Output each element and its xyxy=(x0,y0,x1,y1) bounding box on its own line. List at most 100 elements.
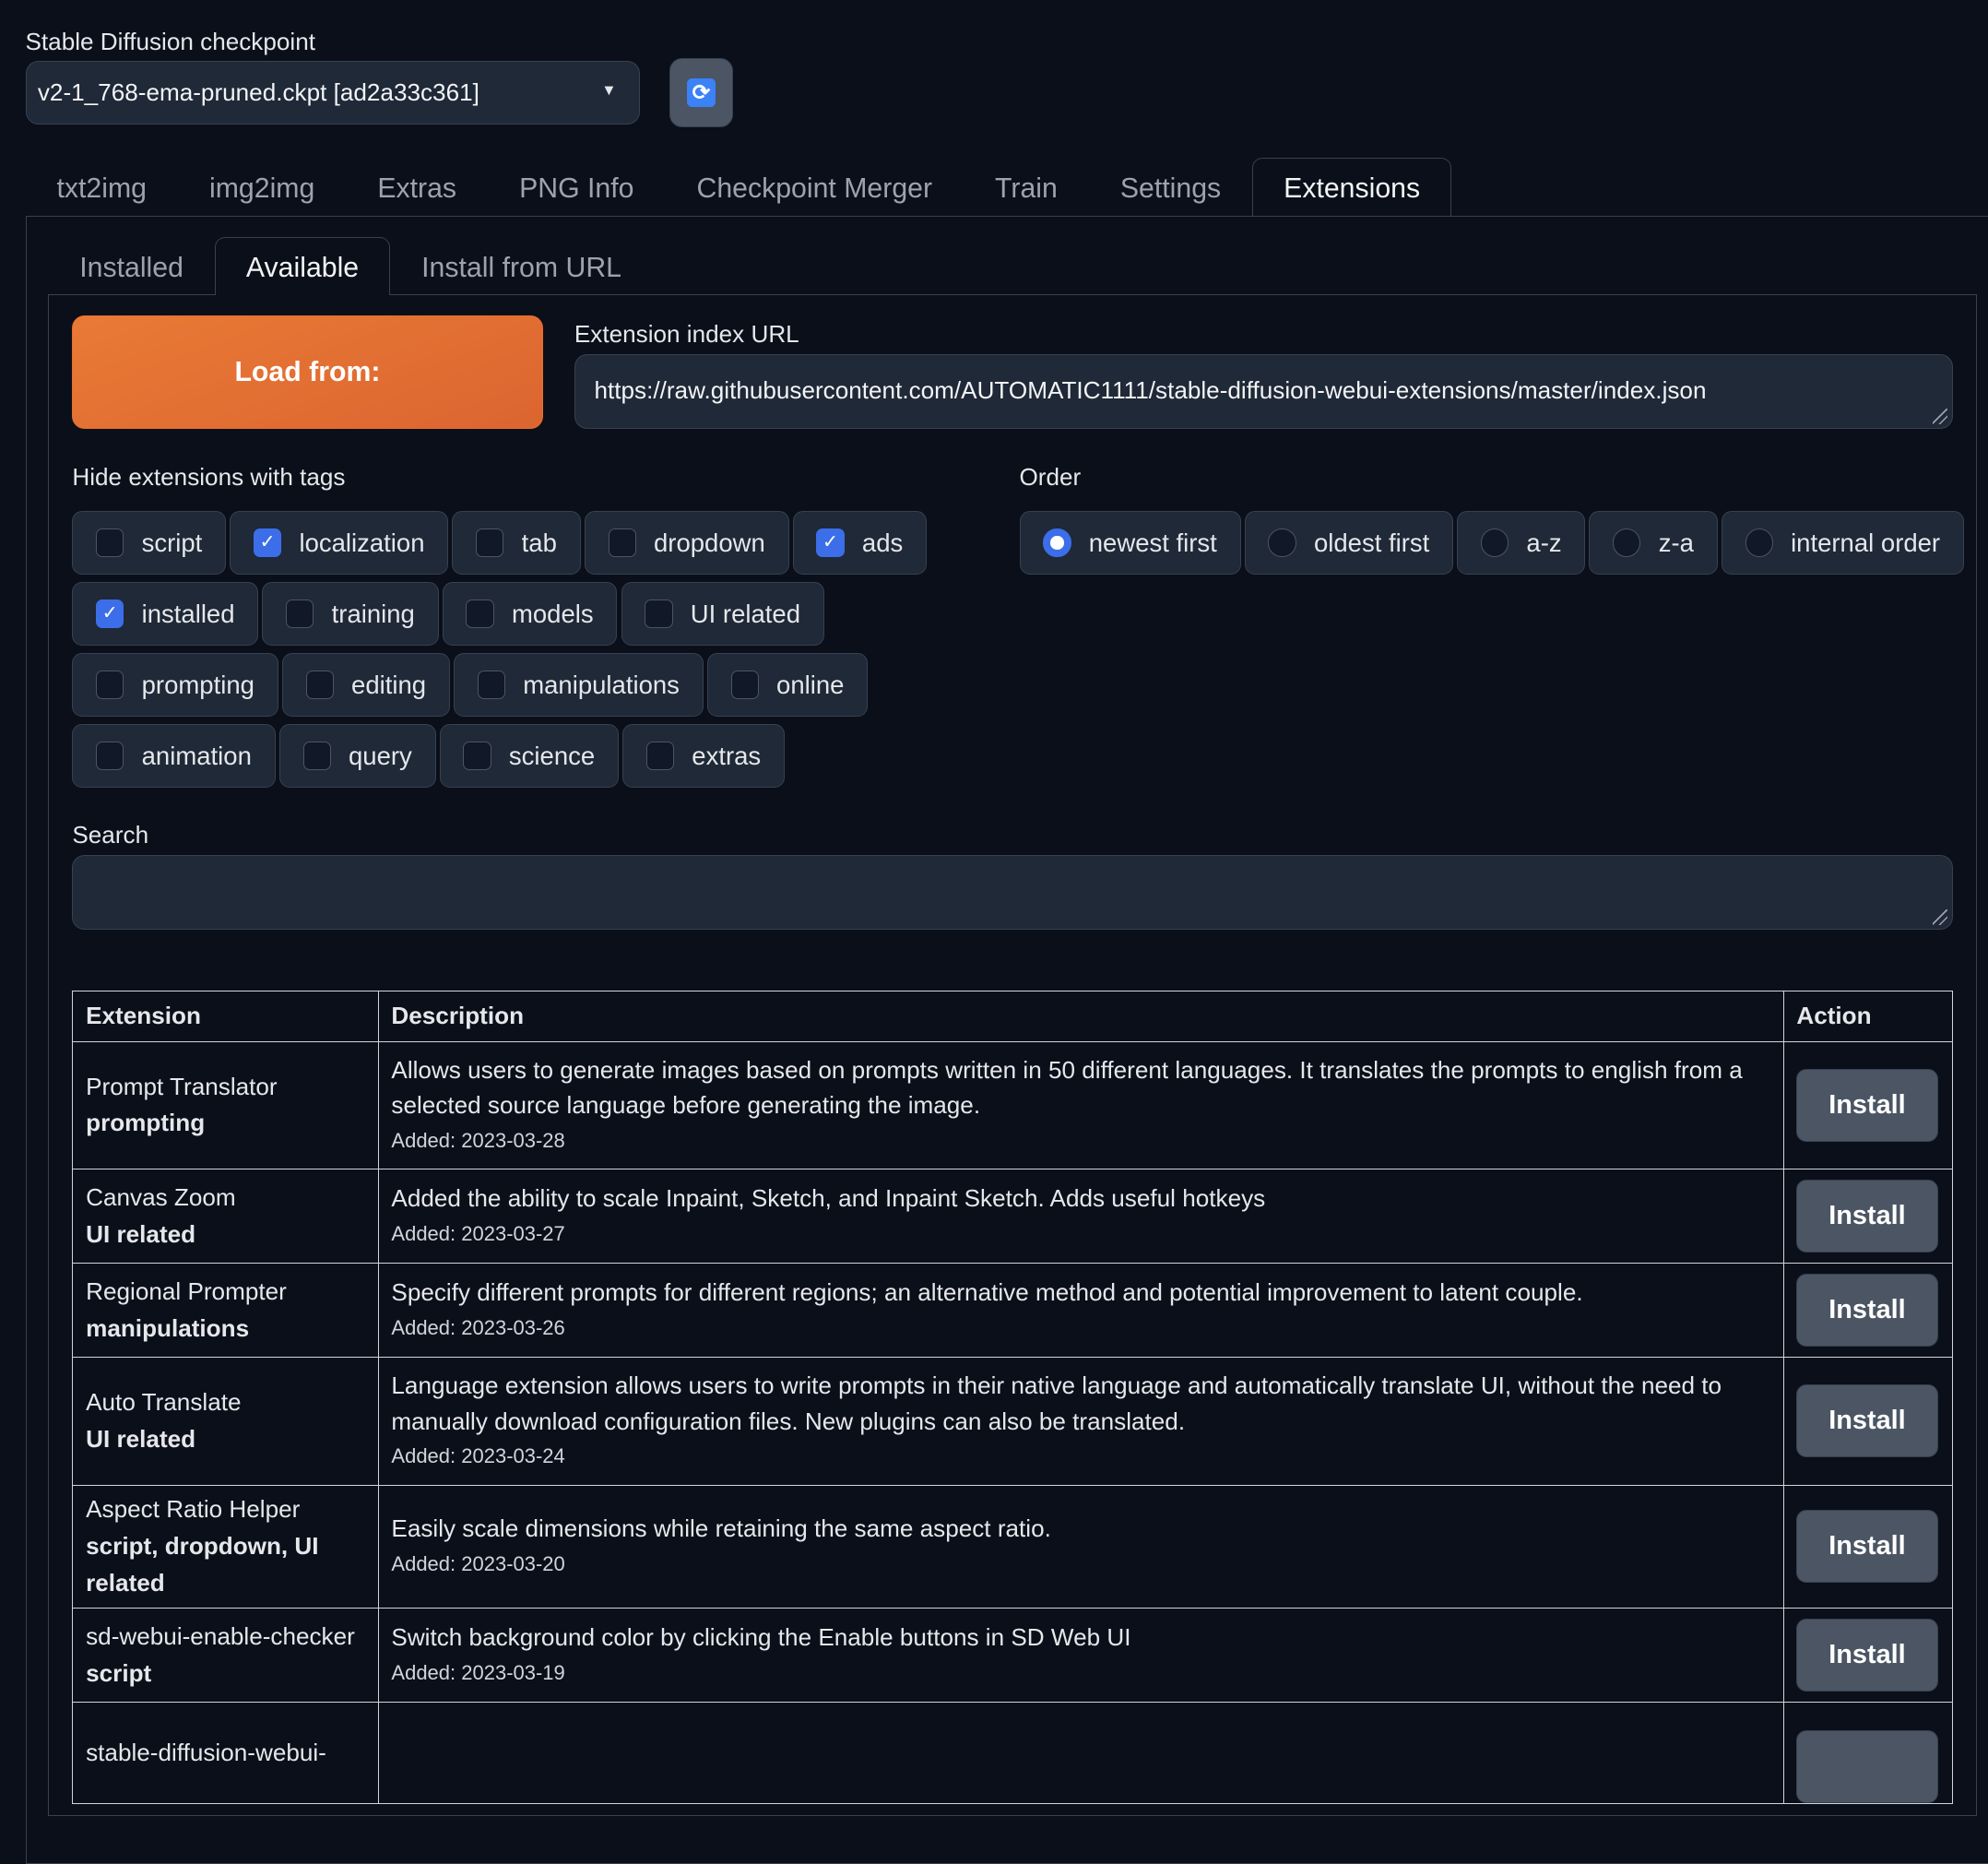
install-button[interactable]: Install xyxy=(1796,1274,1937,1347)
tab-extensions[interactable]: Extensions xyxy=(1252,158,1451,216)
checkbox-unchecked-icon[interactable] xyxy=(286,600,314,627)
tab-train[interactable]: Train xyxy=(964,158,1089,216)
action-cell: Install xyxy=(1783,1264,1952,1358)
tag-label: tab xyxy=(522,528,557,558)
radio-unselected-icon[interactable] xyxy=(1481,528,1509,556)
subtab-installed[interactable]: Installed xyxy=(48,237,215,295)
order-option-z-a[interactable]: z-a xyxy=(1589,511,1717,575)
tag-checkbox-row: script ✓ localization tab dropdown✓ads xyxy=(72,511,927,575)
tag-checkbox-science[interactable]: science xyxy=(440,724,619,788)
checkbox-unchecked-icon[interactable] xyxy=(646,742,674,769)
order-option-a-z[interactable]: a-z xyxy=(1457,511,1585,575)
refresh-icon: ⟳ xyxy=(687,78,715,106)
extension-name: Aspect Ratio Helper xyxy=(86,1491,365,1528)
order-option-newest-first[interactable]: newest first xyxy=(1020,511,1241,575)
checkbox-checked-icon[interactable]: ✓ xyxy=(96,600,124,627)
checkbox-unchecked-icon[interactable] xyxy=(731,671,759,698)
tag-checkbox-animation[interactable]: animation xyxy=(72,724,275,788)
tag-checkbox-row: ✓installed training models UI related xyxy=(72,582,823,646)
order-option-internal-order[interactable]: internal order xyxy=(1722,511,1964,575)
tag-checkbox-models[interactable]: models xyxy=(443,582,618,646)
extension-name: sd-webui-enable-checker xyxy=(86,1619,365,1656)
table-row: Regional Promptermanipulations Specify di… xyxy=(73,1264,1952,1358)
header-action: Action xyxy=(1783,991,1952,1041)
install-button[interactable]: Install xyxy=(1796,1384,1937,1457)
tag-checkbox-prompting[interactable]: prompting xyxy=(72,653,278,717)
subtab-install-from-url[interactable]: Install from URL xyxy=(390,237,653,295)
tag-checkbox-training[interactable]: training xyxy=(262,582,438,646)
install-button[interactable] xyxy=(1796,1730,1937,1803)
checkbox-checked-icon[interactable]: ✓ xyxy=(254,528,281,556)
tab-settings[interactable]: Settings xyxy=(1089,158,1252,216)
checkbox-unchecked-icon[interactable] xyxy=(466,600,493,627)
checkbox-unchecked-icon[interactable] xyxy=(96,671,124,698)
subtab-available[interactable]: Available xyxy=(215,237,390,295)
checkbox-unchecked-icon[interactable] xyxy=(306,671,334,698)
tab-img2img[interactable]: img2img xyxy=(178,158,346,216)
tag-checkbox-dropdown[interactable]: dropdown xyxy=(585,511,789,575)
search-input[interactable] xyxy=(72,855,1952,930)
checkbox-unchecked-icon[interactable] xyxy=(609,528,636,556)
tag-label: training xyxy=(332,600,415,629)
checkbox-unchecked-icon[interactable] xyxy=(476,528,503,556)
extension-tags: UI related xyxy=(86,1217,365,1253)
tag-label: localization xyxy=(299,528,424,558)
index-url-input[interactable]: https://raw.githubusercontent.com/AUTOMA… xyxy=(574,354,1953,429)
radio-unselected-icon[interactable] xyxy=(1745,528,1773,556)
tag-label: query xyxy=(349,742,412,771)
description-text: Specify different prompts for different … xyxy=(391,1275,1769,1311)
install-button[interactable]: Install xyxy=(1796,1180,1937,1253)
order-option-label: z-a xyxy=(1659,528,1694,558)
tag-checkbox-online[interactable]: online xyxy=(707,653,868,717)
extension-cell: stable-diffusion-webui- xyxy=(73,1702,378,1803)
tag-label: script xyxy=(142,528,203,558)
tag-checkbox-query[interactable]: query xyxy=(279,724,436,788)
checkbox-unchecked-icon[interactable] xyxy=(96,528,124,556)
order-option-oldest-first[interactable]: oldest first xyxy=(1245,511,1453,575)
table-row: sd-webui-enable-checkerscriptSwitch back… xyxy=(73,1609,1952,1703)
resize-handle-icon[interactable] xyxy=(1933,409,1948,424)
radio-selected-icon[interactable] xyxy=(1043,528,1071,556)
tag-checkbox-localization[interactable]: ✓ localization xyxy=(230,511,448,575)
tag-checkbox-manipulations[interactable]: manipulations xyxy=(454,653,704,717)
extension-cell: Prompt Translatorprompting xyxy=(73,1041,378,1169)
index-url-value: https://raw.githubusercontent.com/AUTOMA… xyxy=(595,376,1707,404)
checkbox-unchecked-icon[interactable] xyxy=(96,742,124,769)
description-cell: Allows users to generate images based on… xyxy=(378,1041,1783,1169)
extension-name: Prompt Translator xyxy=(86,1069,365,1106)
tab-txt2img[interactable]: txt2img xyxy=(26,158,179,216)
tag-checkbox-installed[interactable]: ✓installed xyxy=(72,582,258,646)
checkbox-checked-icon[interactable]: ✓ xyxy=(816,528,844,556)
checkbox-unchecked-icon[interactable] xyxy=(645,600,672,627)
extension-cell: Auto TranslateUI related xyxy=(73,1357,378,1485)
install-button[interactable]: Install xyxy=(1796,1619,1937,1692)
tab-checkpoint-merger[interactable]: Checkpoint Merger xyxy=(665,158,964,216)
load-from-button[interactable]: Load from: xyxy=(72,315,542,428)
tag-checkbox-extras[interactable]: extras xyxy=(622,724,785,788)
order-option-label: a-z xyxy=(1526,528,1561,558)
checkbox-unchecked-icon[interactable] xyxy=(478,671,505,698)
tag-checkbox-ads[interactable]: ✓ads xyxy=(793,511,927,575)
checkbox-unchecked-icon[interactable] xyxy=(463,742,491,769)
extension-tags: manipulations xyxy=(86,1311,365,1348)
refresh-checkpoint-button[interactable]: ⟳ xyxy=(669,58,733,126)
tag-checkbox-script[interactable]: script xyxy=(72,511,226,575)
install-button[interactable]: Install xyxy=(1796,1510,1937,1583)
tab-extras[interactable]: Extras xyxy=(346,158,488,216)
radio-unselected-icon[interactable] xyxy=(1613,528,1640,556)
checkbox-unchecked-icon[interactable] xyxy=(303,742,331,769)
checkpoint-dropdown[interactable]: v2-1_768-ema-pruned.ckpt [ad2a33c361] ▼ xyxy=(26,61,641,125)
tab-png-info[interactable]: PNG Info xyxy=(488,158,665,216)
tag-checkbox-ui-related[interactable]: UI related xyxy=(621,582,824,646)
resize-handle-icon[interactable] xyxy=(1933,909,1948,925)
extension-cell: sd-webui-enable-checkerscript xyxy=(73,1609,378,1703)
tag-checkbox-tab[interactable]: tab xyxy=(452,511,580,575)
order-option-label: oldest first xyxy=(1314,528,1429,558)
action-cell: Install xyxy=(1783,1169,1952,1264)
tag-checkbox-editing[interactable]: editing xyxy=(282,653,450,717)
extension-name: Regional Prompter xyxy=(86,1274,365,1311)
install-button[interactable]: Install xyxy=(1796,1069,1937,1142)
tag-label: UI related xyxy=(691,600,800,629)
order-label: Order xyxy=(1020,463,1082,492)
radio-unselected-icon[interactable] xyxy=(1268,528,1296,556)
